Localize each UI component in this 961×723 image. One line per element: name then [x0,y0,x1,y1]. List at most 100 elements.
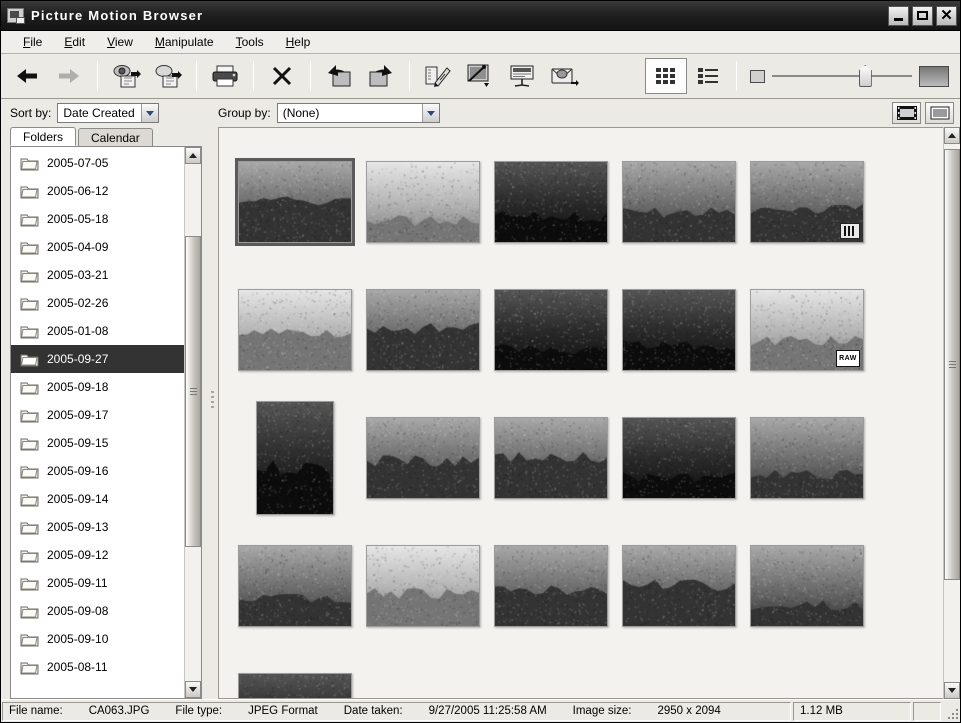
menu-tools[interactable]: Tools [225,33,275,51]
tab-calendar[interactable]: Calendar [78,128,153,146]
folder-item[interactable]: 2005-09-11 [11,569,184,597]
thumb-scroll-thumb[interactable] [944,149,960,580]
thumbnail-image[interactable] [750,417,864,499]
maximize-button[interactable] [912,5,933,26]
grid-view-button[interactable] [645,58,687,94]
thumbnail-image[interactable] [494,161,608,243]
thumbnail-cell[interactable] [231,394,359,522]
minimize-button[interactable] [888,5,909,26]
thumbnail-image[interactable] [256,401,334,515]
thumbnail-cell[interactable] [231,138,359,266]
slider-thumb[interactable] [858,65,872,87]
thumbnail-image[interactable] [494,545,608,627]
close-button[interactable]: ✕ [936,5,957,26]
menu-help[interactable]: Help [275,33,322,51]
thumbnail-cell[interactable] [359,138,487,266]
export-button[interactable] [147,58,189,94]
thumbnail-image[interactable] [750,161,864,243]
chevron-down-icon[interactable] [141,104,159,122]
thumbnail-image[interactable] [622,289,736,371]
chevron-down-icon[interactable] [421,104,439,122]
thumbnail-cell[interactable] [743,138,871,266]
thumbnail-cell[interactable] [231,650,359,698]
thumbnail-cell[interactable] [615,394,743,522]
delete-button[interactable] [261,58,303,94]
folder-item[interactable]: 2005-09-15 [11,429,184,457]
back-button[interactable] [6,58,48,94]
thumb-scroll-up-button[interactable] [944,127,960,144]
thumbnail-image[interactable] [622,161,736,243]
folder-item[interactable]: 2005-09-18 [11,373,184,401]
thumbnail-image[interactable] [622,417,736,499]
resize-grip-icon[interactable] [942,702,960,721]
thumbnail-image[interactable] [238,545,352,627]
slideshow-button[interactable] [501,58,543,94]
large-thumbnail-icon[interactable] [919,65,949,87]
thumbnail-image[interactable] [366,161,480,243]
group-by-dropdown[interactable]: (None) [276,103,440,123]
thumbnail-image[interactable]: RAW [750,289,864,371]
thumbnail-grid[interactable]: RAW [218,127,943,699]
thumbnail-image[interactable] [366,417,480,499]
folder-item[interactable]: 2005-05-18 [11,205,184,233]
thumbnail-cell[interactable] [231,266,359,394]
sort-by-dropdown[interactable]: Date Created [57,103,160,123]
thumbnail-size-slider[interactable] [772,65,912,87]
folder-tree-list[interactable]: 2005-07-05 2005-06-12 2005-05-18 2005-04… [11,147,184,698]
thumbnail-cell[interactable] [615,138,743,266]
thumbnail-image[interactable] [622,545,736,627]
thumbnail-image[interactable] [366,289,480,371]
thumbnail-image[interactable] [235,158,355,246]
thumbnail-scrollbar[interactable] [943,127,960,699]
thumbnail-cell[interactable] [487,138,615,266]
thumbnail-cell[interactable] [231,522,359,650]
scroll-thumb[interactable] [185,236,201,547]
thumbnail-cell[interactable] [359,522,487,650]
menu-edit[interactable]: Edit [53,33,96,51]
menu-manipulate[interactable]: Manipulate [144,33,225,51]
folder-item[interactable]: 2005-06-12 [11,177,184,205]
folder-item[interactable]: 2005-09-08 [11,597,184,625]
menu-file[interactable]: File [12,33,53,51]
thumbnail-cell[interactable] [359,266,487,394]
list-view-button[interactable] [687,58,729,94]
small-thumbnail-icon[interactable] [750,69,765,83]
thumbnail-cell[interactable] [487,266,615,394]
folder-item[interactable]: 2005-01-08 [11,317,184,345]
rotate-left-button[interactable] [318,58,360,94]
thumbnail-image[interactable] [750,545,864,627]
print-button[interactable] [204,58,246,94]
folder-item[interactable]: 2005-02-26 [11,289,184,317]
folder-item[interactable]: 2005-09-16 [11,457,184,485]
thumbnail-image[interactable] [238,673,352,698]
folder-item[interactable]: 2005-09-14 [11,485,184,513]
thumbnail-cell[interactable] [487,522,615,650]
folder-item[interactable]: 2005-03-21 [11,261,184,289]
thumb-scroll-down-button[interactable] [944,682,960,699]
thumbnail-cell[interactable]: RAW [743,266,871,394]
panel-splitter[interactable] [208,99,216,699]
folder-item[interactable]: 2005-07-05 [11,149,184,177]
thumbnail-cell[interactable] [743,522,871,650]
folder-item[interactable]: 2005-08-11 [11,653,184,681]
thumbnail-image[interactable] [494,417,608,499]
folder-item[interactable]: 2005-09-17 [11,401,184,429]
thumb-scroll-trough[interactable] [944,144,960,682]
email-button[interactable] [543,58,585,94]
edit-button[interactable] [417,58,459,94]
menu-view[interactable]: View [96,33,144,51]
thumbnail-image[interactable] [494,289,608,371]
folder-item[interactable]: 2005-09-10 [11,625,184,653]
folder-item[interactable]: 2005-09-27 [11,345,184,373]
folder-tree-scrollbar[interactable] [184,147,201,698]
folder-item[interactable]: 2005-09-13 [11,513,184,541]
tab-folders[interactable]: Folders [10,127,77,146]
scroll-down-button[interactable] [185,681,201,698]
import-button[interactable] [105,58,147,94]
scroll-trough[interactable] [185,164,201,681]
folder-item[interactable]: 2005-04-09 [11,233,184,261]
scroll-up-button[interactable] [185,147,201,164]
folder-item[interactable]: 2005-09-12 [11,541,184,569]
thumbnail-cell[interactable] [615,266,743,394]
rotate-right-button[interactable] [360,58,402,94]
